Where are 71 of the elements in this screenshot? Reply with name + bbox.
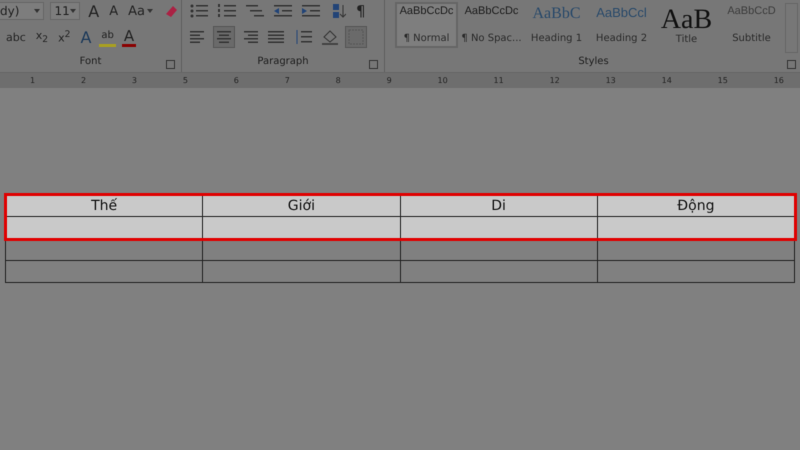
style-preview: AaBbCcl [596, 6, 647, 19]
table-cell: Giới [202, 194, 400, 216]
style-name: Title [676, 34, 698, 45]
align-right-icon [242, 30, 258, 44]
align-center-icon [216, 30, 232, 44]
bullet-list-icon [190, 4, 208, 18]
sort-icon [330, 3, 346, 19]
style-name: ¶ Normal [404, 33, 450, 44]
font-size-field[interactable]: 11 [50, 2, 80, 20]
ruler-number: 12 [550, 76, 560, 85]
style-preview: AaBbCcDc [400, 6, 454, 17]
ruler-number: 9 [386, 76, 392, 85]
format-button[interactable]: abc [4, 27, 28, 47]
dialog-launcher-icon[interactable] [369, 60, 378, 69]
ruler-number: 10 [438, 76, 448, 85]
font-name-field[interactable]: dy) [0, 2, 44, 20]
numbered-list-icon [218, 4, 236, 18]
format-button[interactable]: x$_{2}$ [34, 27, 50, 47]
ruler-number: 14 [662, 76, 672, 85]
ruler-number: 5 [182, 76, 188, 85]
table-cell: Thế [6, 194, 203, 216]
ruler-number: 8 [336, 76, 341, 85]
text-effects-button[interactable]: A [78, 27, 94, 47]
eraser-icon [163, 3, 179, 19]
caret-icon [34, 9, 40, 13]
style-gallery-item[interactable]: AaBbCcDc ¶ Normal [395, 2, 458, 48]
caret-icon [70, 9, 76, 13]
ruler-number: 6 [234, 76, 239, 85]
style-gallery-item[interactable]: AaBbCcDc ¶ No Spac... [460, 2, 523, 48]
style-name: Heading 1 [530, 33, 582, 44]
style-gallery-item[interactable]: AaBbCcl Heading 2 [590, 2, 653, 48]
align-left-icon [190, 30, 206, 44]
decrease-indent-icon [274, 4, 292, 18]
line-spacing-icon [294, 30, 312, 44]
align-center-button[interactable] [214, 27, 234, 47]
ruler-number: 11 [494, 76, 504, 85]
style-name: Subtitle [732, 33, 771, 44]
format-button[interactable]: x$^{2}$ [56, 27, 72, 47]
ruler-number: 3 [132, 76, 137, 85]
ruler-number: 16 [774, 76, 784, 85]
increase-indent-icon [302, 4, 320, 18]
ruler-number: 7 [284, 76, 290, 85]
table-cell: Động [597, 194, 794, 216]
caret-icon [147, 9, 153, 13]
multilevel-list-icon [246, 4, 264, 18]
highlight-button[interactable]: ab [99, 27, 116, 47]
group-label: Paragraph [257, 56, 309, 66]
style-name: Heading 2 [596, 33, 648, 44]
style-gallery-item[interactable]: AaBbCcD Subtitle [720, 2, 783, 48]
ruler-number: 15 [718, 76, 728, 85]
change-case-button[interactable]: Aa [126, 1, 155, 21]
style-gallery-item[interactable]: AaB Title [655, 2, 718, 48]
style-name: ¶ No Spac... [462, 33, 521, 44]
style-preview: AaB [660, 6, 712, 34]
dialog-launcher-icon[interactable] [166, 60, 175, 69]
style-gallery-item[interactable]: AaBbC Heading 1 [525, 2, 588, 48]
group-label: Font [80, 56, 102, 66]
style-preview: AaBbCcDc [464, 6, 518, 17]
align-justify-icon [268, 30, 284, 44]
ruler-number: 1 [30, 76, 36, 85]
style-preview: AaBbC [532, 6, 580, 22]
ruler-number: 2 [80, 76, 86, 85]
group-label: Styles [578, 56, 609, 66]
style-preview: AaBbCcD [727, 6, 776, 17]
shrink-font-button[interactable]: A [107, 1, 120, 21]
dialog-launcher-icon[interactable] [787, 60, 796, 69]
font-color-button[interactable]: A [122, 27, 136, 47]
table-cell: Di [400, 194, 598, 216]
grow-font-button[interactable]: A [86, 1, 102, 21]
show-marks-button[interactable]: ¶ [354, 1, 368, 21]
ruler-number: 13 [606, 76, 616, 85]
